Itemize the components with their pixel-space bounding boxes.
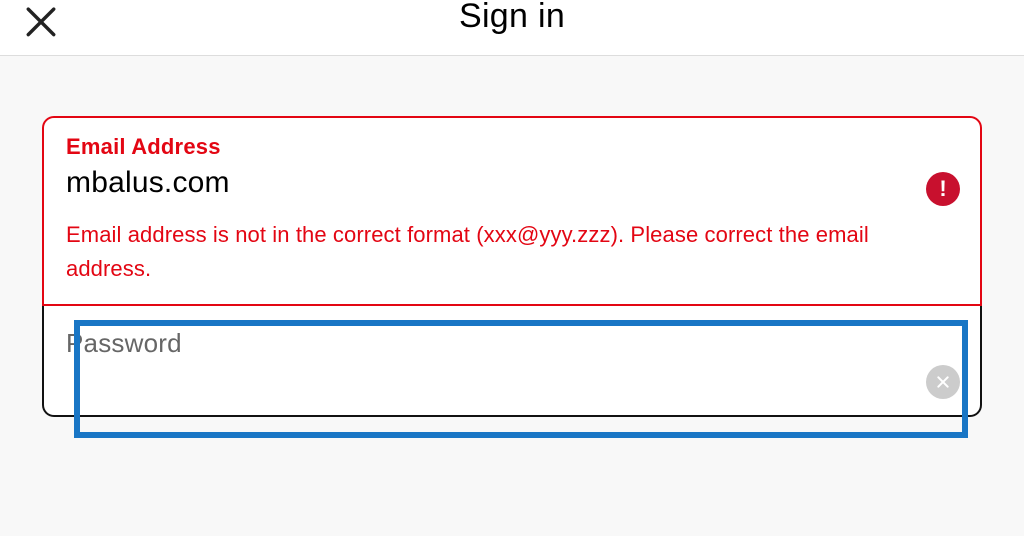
password-field-group[interactable]: Password — [42, 306, 982, 417]
email-input[interactable] — [66, 166, 824, 200]
form-card: Email Address ! Email address is not in … — [42, 116, 982, 417]
password-label: Password — [66, 328, 958, 359]
page-title: Sign in — [459, 0, 565, 36]
email-field-group: Email Address ! Email address is not in … — [42, 116, 982, 306]
error-icon: ! — [926, 172, 960, 206]
clear-icon — [935, 374, 951, 390]
top-bar: Sign in — [0, 0, 1024, 56]
close-icon — [24, 4, 58, 38]
email-error-message: Email address is not in the correct form… — [66, 218, 958, 286]
clear-password-button[interactable] — [926, 365, 960, 399]
signin-form: Email Address ! Email address is not in … — [0, 56, 1024, 417]
close-button[interactable] — [24, 4, 58, 38]
email-label: Email Address — [66, 134, 958, 160]
email-input-row: ! — [66, 166, 958, 200]
